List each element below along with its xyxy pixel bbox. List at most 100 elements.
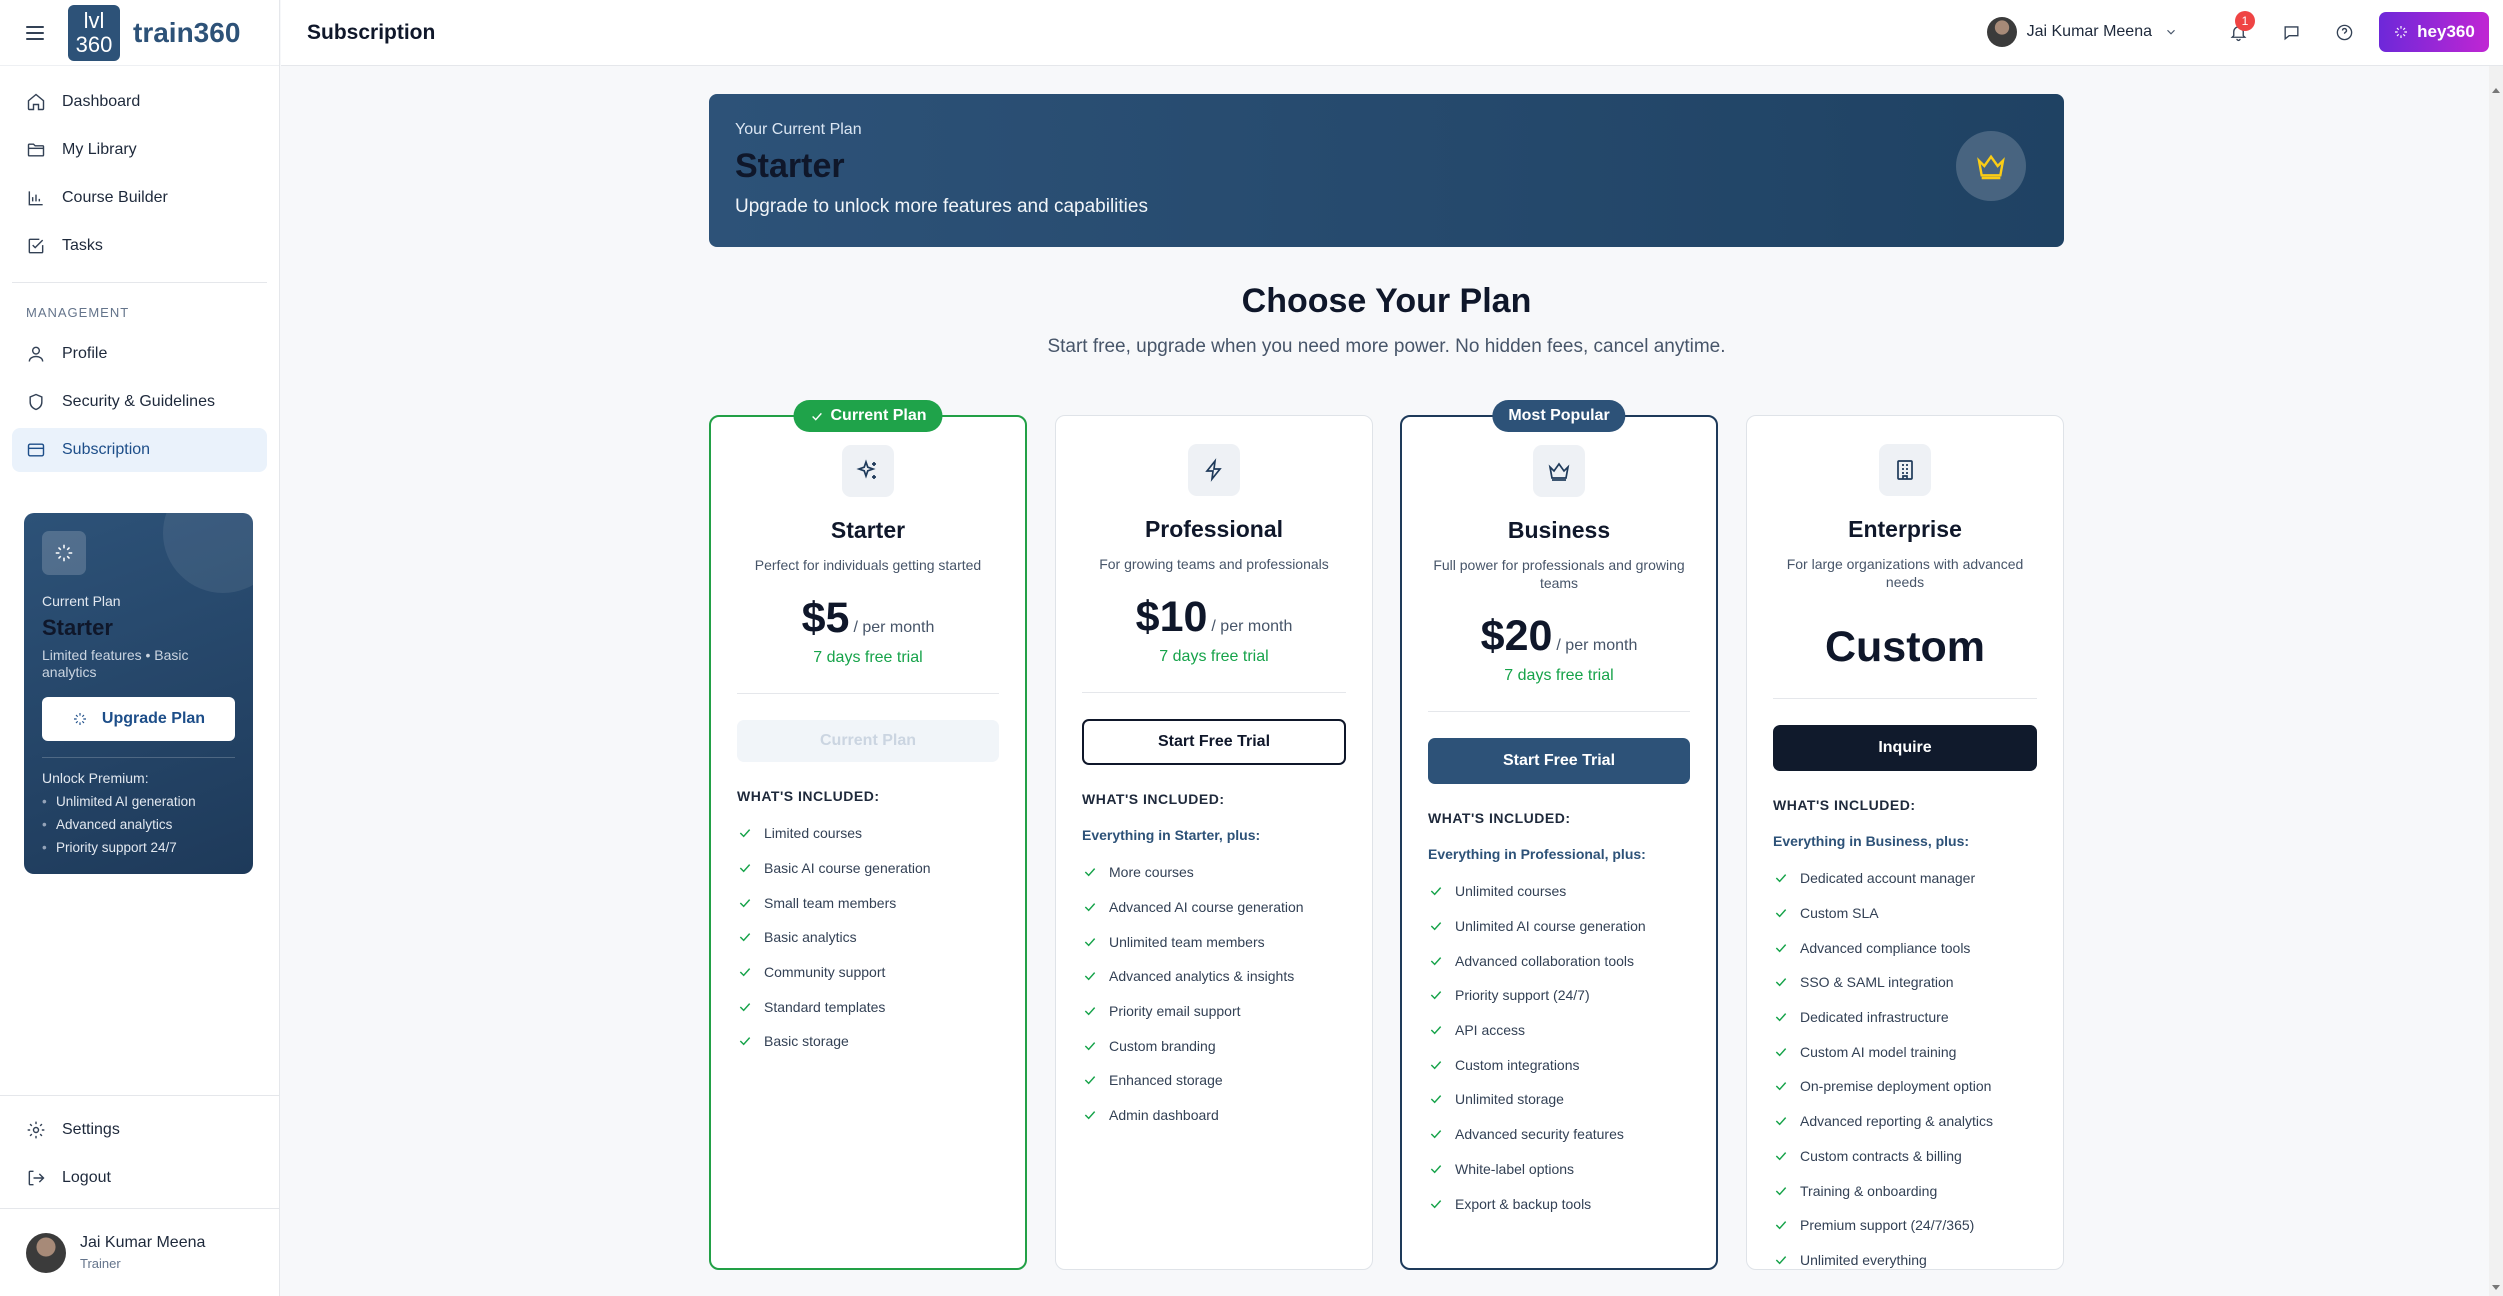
plan-card-professional: Professional For growing teams and profe… xyxy=(1055,415,1373,1270)
check-icon xyxy=(1430,1130,1442,1139)
feature-item: Standard templates xyxy=(737,989,999,1024)
decorative-circle xyxy=(163,513,253,593)
home-icon xyxy=(27,93,45,111)
feature-label: Unlimited AI course generation xyxy=(1455,918,1646,935)
inquire-button[interactable]: Inquire xyxy=(1773,725,2037,771)
check-icon xyxy=(812,412,822,421)
scroll-up-arrow-icon[interactable] xyxy=(2492,88,2500,93)
sidebar-item-dashboard[interactable]: Dashboard xyxy=(12,80,267,124)
feature-item: SSO & SAML integration xyxy=(1773,965,2037,1000)
check-icon xyxy=(1430,956,1442,966)
help-button[interactable] xyxy=(2325,13,2363,51)
plan-description: Perfect for individuals getting started xyxy=(754,557,982,573)
plus-label: Everything in Business, plus: xyxy=(1773,833,1970,849)
included-label: WHAT'S INCLUDED: xyxy=(1428,810,1571,826)
brand-bar: lvl 360 train360 xyxy=(0,0,279,66)
gear-icon xyxy=(27,1121,45,1139)
trial-text: 7 days free trial xyxy=(813,649,923,666)
most-popular-badge: Most Popular xyxy=(1492,400,1626,432)
feature-item: Training & onboarding xyxy=(1773,1173,2037,1208)
menu-icon[interactable] xyxy=(26,25,44,40)
sidebar-item-course-builder[interactable]: Course Builder xyxy=(12,176,267,220)
sidebar-item-label: Subscription xyxy=(62,441,151,458)
current-plan-subtitle: Upgrade to unlock more features and capa… xyxy=(735,196,1148,217)
feature-label: SSO & SAML integration xyxy=(1800,974,1954,991)
sidebar-user[interactable]: Jai Kumar Meena Trainer xyxy=(0,1208,280,1296)
divider xyxy=(42,757,235,758)
sidebar-item-logout[interactable]: Logout xyxy=(12,1156,268,1200)
sidebar-item-label: Security & Guidelines xyxy=(62,393,215,410)
feature-item: Priority support (24/7) xyxy=(1428,978,1690,1013)
brand-name[interactable]: train360 xyxy=(133,17,240,49)
notifications-button[interactable]: 1 xyxy=(2219,11,2257,51)
plans-subtitle: Start free, upgrade when you need more p… xyxy=(1047,336,1726,357)
bar-chart-icon xyxy=(28,191,43,206)
check-icon xyxy=(739,829,751,838)
feature-item: Admin dashboard xyxy=(1082,1098,1346,1133)
feature-item: Community support xyxy=(737,955,999,990)
sidebar-item-my-library[interactable]: My Library xyxy=(12,128,267,172)
sidebar-item-profile[interactable]: Profile xyxy=(12,332,267,376)
start-free-trial-button[interactable]: Start Free Trial xyxy=(1082,719,1346,765)
check-square-icon xyxy=(28,238,44,254)
feature-label: Basic analytics xyxy=(764,929,857,946)
sparkles-icon xyxy=(856,459,876,479)
crown-badge xyxy=(1956,131,2026,201)
plan-card-enterprise: Enterprise For large organizations with … xyxy=(1746,415,2064,1270)
shield-icon xyxy=(29,393,43,411)
chevron-down-icon xyxy=(2167,29,2175,35)
feature-item: Advanced compliance tools xyxy=(1773,930,2037,965)
divider xyxy=(1428,711,1690,712)
feature-label: Priority support (24/7) xyxy=(1455,987,1590,1004)
plan-icon-box xyxy=(1188,444,1240,496)
check-icon xyxy=(1084,903,1096,912)
sidebar-item-settings[interactable]: Settings xyxy=(12,1108,268,1152)
check-icon xyxy=(1775,909,1787,918)
crown-icon xyxy=(1548,462,1570,481)
plan-price: $5 xyxy=(801,594,850,642)
scroll-down-arrow-icon[interactable] xyxy=(2492,1285,2500,1290)
credit-card-icon xyxy=(27,443,45,457)
feature-label: Basic storage xyxy=(764,1033,849,1050)
scrollbar[interactable] xyxy=(2489,66,2503,1296)
check-icon xyxy=(1775,943,1787,953)
feature-label: Unlimited storage xyxy=(1455,1091,1564,1108)
main-nav: Dashboard My Library Course Builder Task… xyxy=(0,66,279,472)
badge-label: Current Plan xyxy=(830,407,927,424)
feature-item: Custom SLA xyxy=(1773,896,2037,931)
trial-text: 7 days free trial xyxy=(1159,648,1269,665)
plan-name: Business xyxy=(1507,517,1611,543)
check-icon xyxy=(1775,1047,1787,1057)
assistant-button[interactable]: hey360 xyxy=(2379,12,2489,52)
user-menu[interactable]: Jai Kumar Meena xyxy=(1986,17,2178,47)
feature-item: Limited courses xyxy=(737,816,999,851)
unlock-premium-label: Unlock Premium: xyxy=(42,770,149,786)
plan-description: For growing teams and professionals xyxy=(1099,556,1329,572)
sidebar-item-security[interactable]: Security & Guidelines xyxy=(12,380,267,424)
plan-icon-box xyxy=(842,445,894,497)
price-row: $10/ per month xyxy=(1056,593,1372,642)
sidebar-item-label: Course Builder xyxy=(62,189,168,206)
feature-item: Advanced AI course generation xyxy=(1082,890,1346,925)
user-menu-name: Jai Kumar Meena xyxy=(2026,23,2152,40)
promo-description: Limited features • Basic analytics xyxy=(42,647,189,680)
upgrade-plan-label: Upgrade Plan xyxy=(101,710,206,727)
upgrade-plan-button[interactable]: Upgrade Plan xyxy=(42,697,235,741)
sparkles-icon xyxy=(2395,26,2408,38)
feature-item: Advanced security features xyxy=(1428,1117,1690,1152)
sidebar-item-subscription[interactable]: Subscription xyxy=(12,428,267,472)
messages-button[interactable] xyxy=(2272,13,2310,51)
feature-list: Dedicated account manager Custom SLA Advan… xyxy=(1773,861,2037,1277)
logout-icon xyxy=(28,1170,45,1186)
plan-price: $10 xyxy=(1135,593,1208,641)
sidebar-item-tasks[interactable]: Tasks xyxy=(12,224,267,268)
logo[interactable]: lvl 360 xyxy=(68,4,120,61)
feature-item: Dedicated infrastructure xyxy=(1773,1000,2037,1035)
feature-label: Unlimited everything xyxy=(1800,1251,1927,1268)
feature-item: Basic analytics xyxy=(737,920,999,955)
feature-item: Priority email support xyxy=(1082,994,1346,1029)
sidebar: lvl 360 train360 Dashboard My Library Co… xyxy=(0,0,280,1296)
divider xyxy=(1082,692,1346,693)
start-free-trial-button[interactable]: Start Free Trial xyxy=(1428,738,1690,784)
plan-card-business: Most Popular Business Full power for pro… xyxy=(1400,400,1718,1270)
